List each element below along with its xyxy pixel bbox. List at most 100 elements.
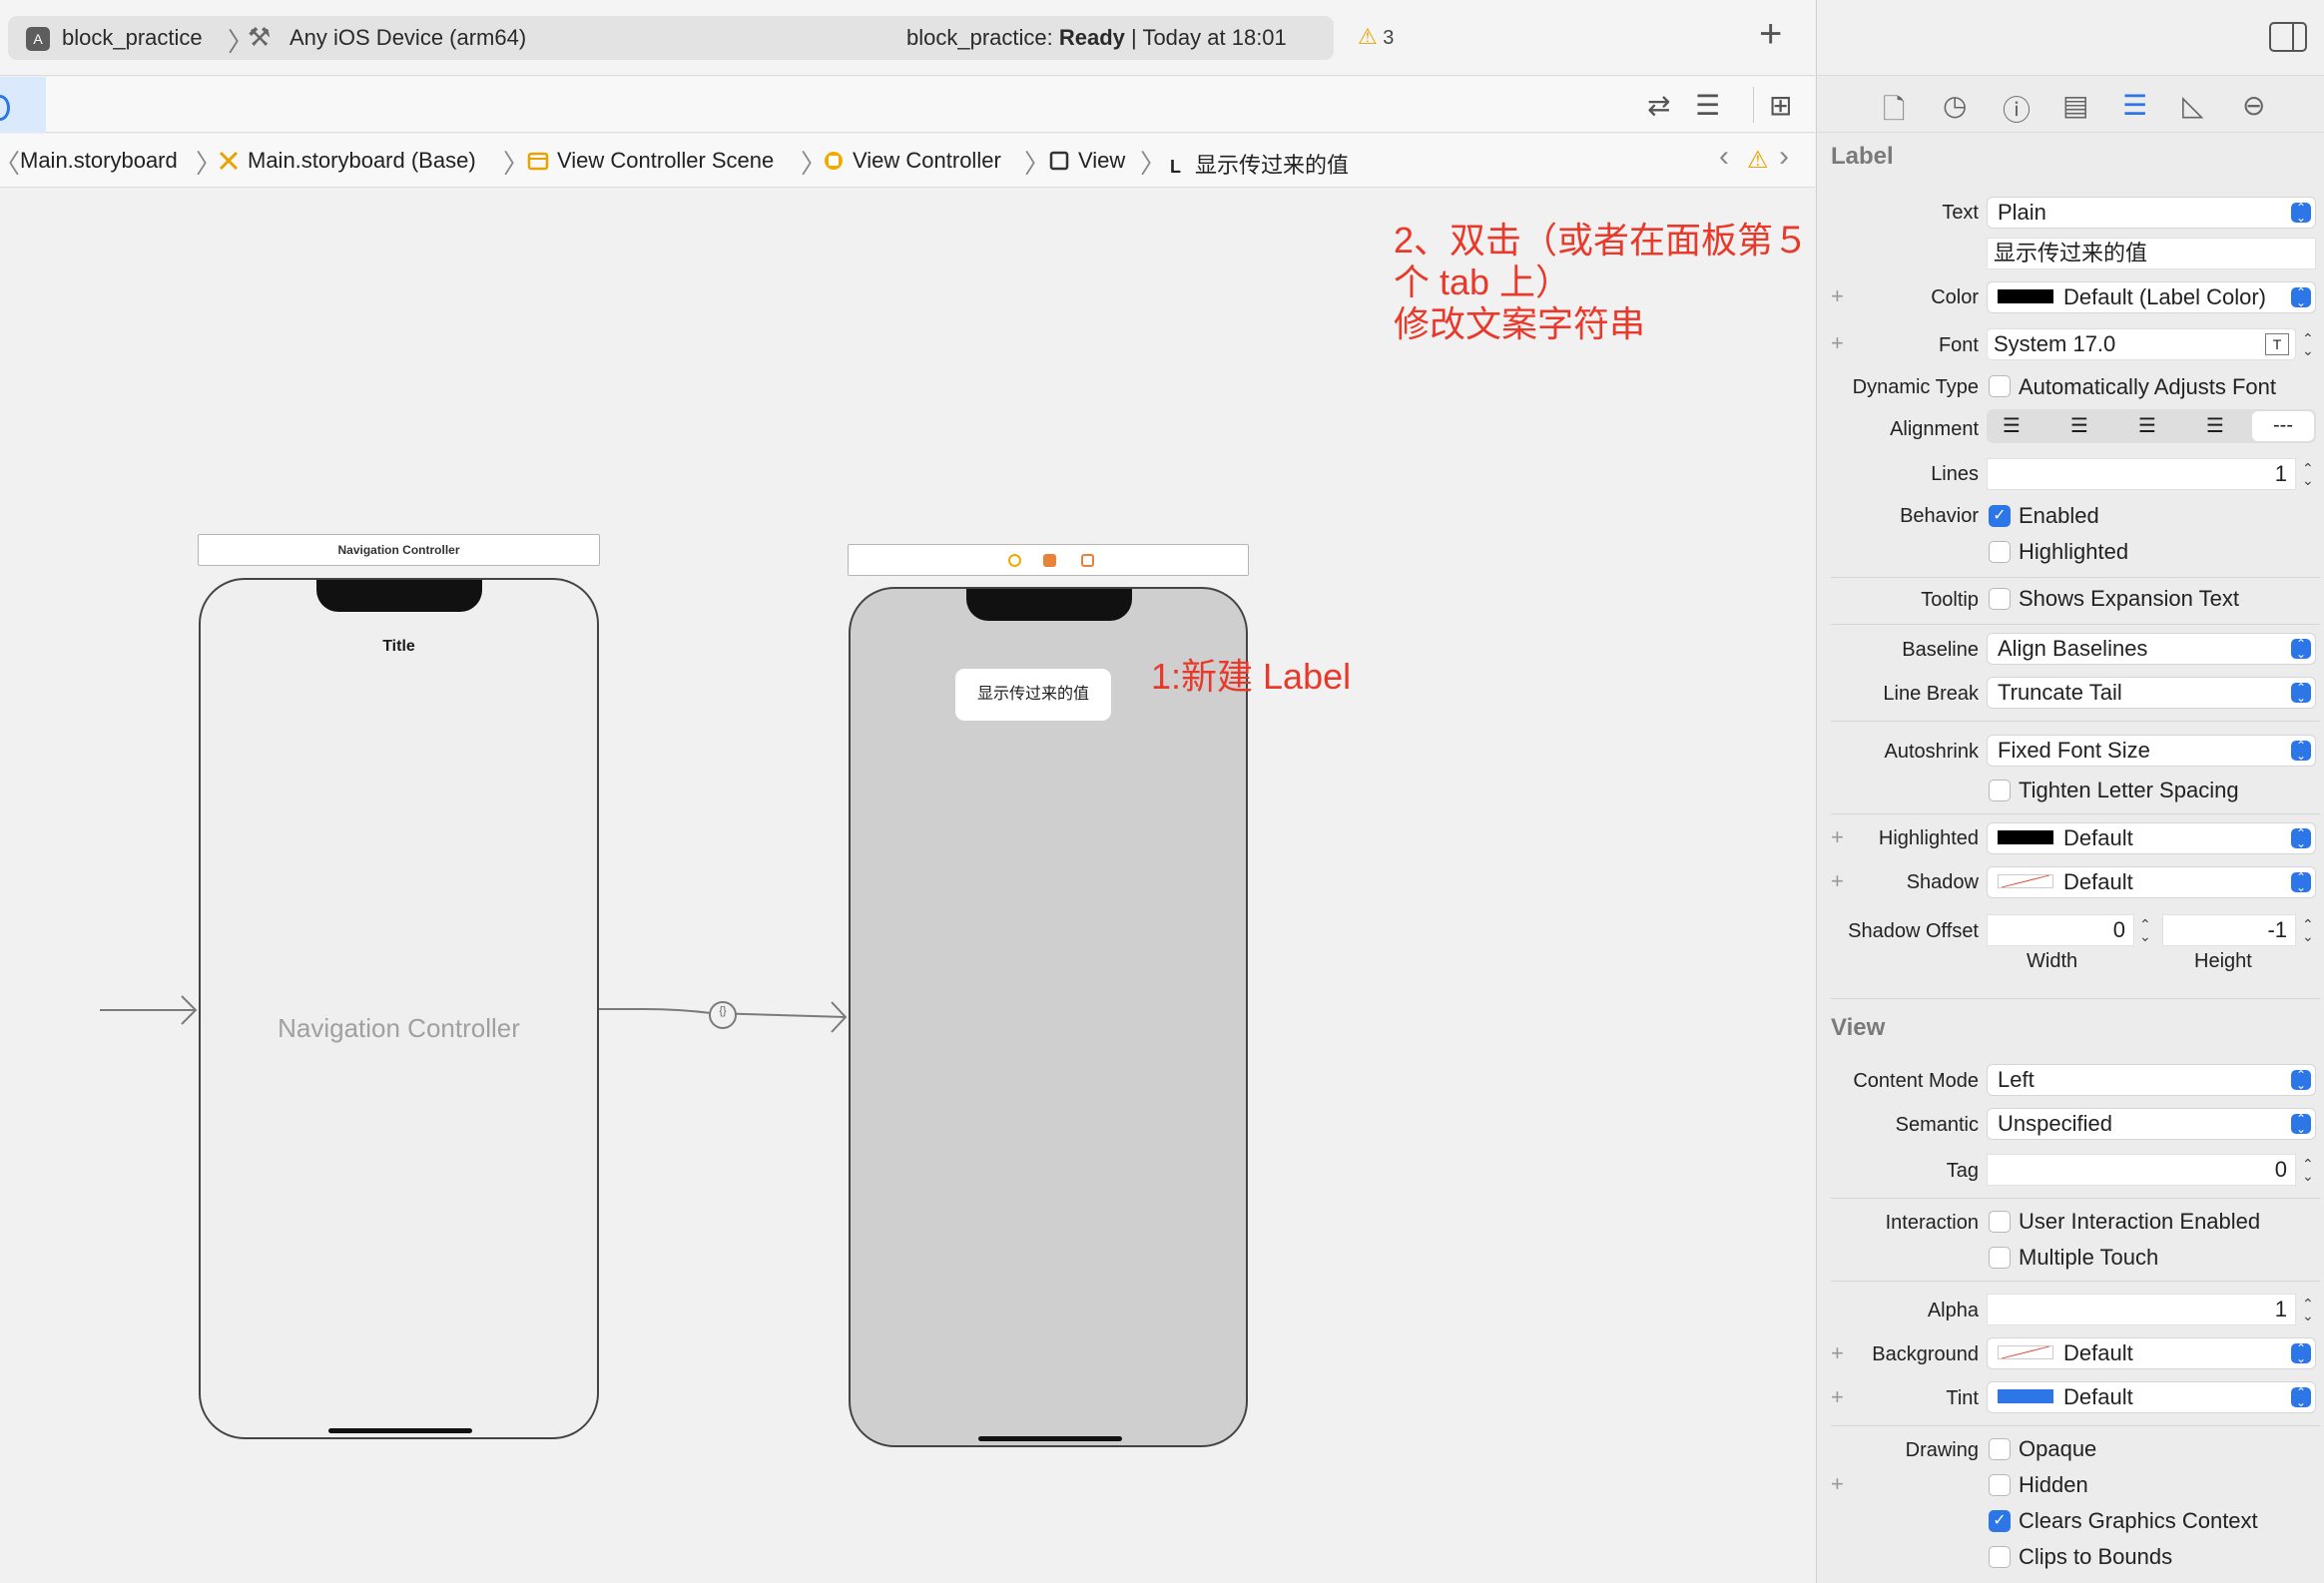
font-picker-icon[interactable]: T	[2265, 333, 2289, 355]
alpha-label: Alpha	[1927, 1300, 1979, 1321]
nav-back-icon[interactable]: ‹	[1719, 140, 1729, 174]
lines-field[interactable]: 1	[1987, 458, 2296, 490]
value-label[interactable]: 显示传过来的值	[955, 669, 1111, 721]
active-editor-tab[interactable]	[0, 77, 46, 133]
exit-icon[interactable]	[1081, 554, 1094, 567]
crumb-view[interactable]: View	[1048, 148, 1125, 174]
popup-arrows-icon: ⌃ ⌄	[2291, 638, 2311, 660]
alignment-segmented-control[interactable]: ☰ ☰ ☰ ☰ ---	[1987, 409, 2316, 443]
shadow-popup[interactable]: Default ⌃ ⌄	[1987, 866, 2316, 898]
history-icon[interactable]: ◷	[1943, 89, 1967, 122]
align-left-icon[interactable]: ☰	[2003, 413, 2021, 438]
dynamic-type-checkbox[interactable]	[1989, 375, 2011, 397]
popup-arrows-icon: ⌃ ⌄	[2291, 827, 2311, 849]
linebreak-popup[interactable]: Truncate Tail ⌃ ⌄	[1987, 677, 2316, 709]
file-inspector-icon[interactable]: 🗋	[1883, 89, 1906, 137]
highlighted-color-popup[interactable]: Default ⌃ ⌄	[1987, 822, 2316, 854]
tighten-checkbox[interactable]	[1989, 780, 2011, 801]
user-interaction-checkbox[interactable]	[1989, 1211, 2011, 1233]
highlighted-checkbox[interactable]	[1989, 541, 2011, 563]
alpha-stepper[interactable]: ⌃ ⌄	[2302, 1297, 2318, 1322]
semantic-popup[interactable]: Unspecified ⌃ ⌄	[1987, 1108, 2316, 1140]
vc-dock-icon[interactable]	[1008, 554, 1021, 567]
baseline-popup[interactable]: Align Baselines ⌃ ⌄	[1987, 633, 2316, 665]
autoshrink-popup[interactable]: Fixed Font Size ⌃ ⌄	[1987, 735, 2316, 767]
tint-swatch	[1998, 1389, 2053, 1403]
hidden-checkbox[interactable]	[1989, 1474, 2011, 1496]
scheme-status-bar[interactable]: A block_practice 〉 ⚒ Any iOS Device (arm…	[8, 16, 1334, 60]
clips-bounds-checkbox[interactable]	[1989, 1546, 2011, 1568]
autoshrink-value: Fixed Font Size	[1998, 738, 2150, 763]
swap-arrows-icon[interactable]: ⇄	[1647, 89, 1670, 122]
storyboard-icon	[219, 151, 239, 171]
shadow-width-stepper[interactable]: ⌃ ⌄	[2139, 917, 2155, 943]
run-destination[interactable]: Any iOS Device (arm64)	[290, 25, 526, 51]
font-size-stepper[interactable]: ⌃ ⌄	[2302, 331, 2318, 357]
size-inspector-icon[interactable]: ◺	[2182, 89, 2204, 122]
home-indicator	[978, 1436, 1122, 1441]
tag-field[interactable]: 0	[1987, 1154, 2296, 1186]
text-type-popup[interactable]: Plain ⌃ ⌄	[1987, 197, 2316, 229]
crumb-label[interactable]: L 显示传过来的值	[1170, 148, 1349, 180]
alpha-field[interactable]: 1	[1987, 1294, 2296, 1325]
identity-inspector-icon[interactable]: ▤	[2062, 89, 2088, 122]
scheme-project[interactable]: block_practice	[62, 25, 203, 51]
add-library-button[interactable]: +	[1759, 14, 1782, 54]
align-natural-segment[interactable]: ---	[2252, 411, 2314, 441]
text-value-field[interactable]: 显示传过来的值	[1987, 238, 2316, 269]
multiple-touch-checkbox[interactable]	[1989, 1247, 2011, 1269]
storyboard-canvas[interactable]: Navigation Controller Title Navigation C…	[0, 189, 1815, 1583]
crumb-label-text: 显示传过来的值	[1195, 153, 1350, 178]
lines-stepper[interactable]: ⌃ ⌄	[2302, 461, 2318, 487]
nav-forward-icon[interactable]: ›	[1779, 140, 1789, 174]
align-right-icon[interactable]: ☰	[2138, 413, 2156, 438]
highlighted-color-value: Default	[2063, 825, 2133, 850]
highlighted-color-label: Highlighted	[1878, 827, 1979, 849]
add-editor-icon[interactable]: ⊞	[1769, 89, 1792, 122]
font-field[interactable]: System 17.0 T	[1987, 328, 2296, 360]
opaque-checkbox[interactable]	[1989, 1438, 2011, 1460]
segue-glyph[interactable]: {}	[712, 1005, 734, 1017]
tint-popup[interactable]: Default ⌃ ⌄	[1987, 1381, 2316, 1413]
tag-stepper[interactable]: ⌃ ⌄	[2302, 1157, 2318, 1183]
popup-arrows-icon: ⌃ ⌄	[2291, 1069, 2311, 1091]
tooltip-label: Tooltip	[1921, 589, 1979, 611]
align-justify-icon[interactable]: ☰	[2206, 413, 2224, 438]
color-swatch	[1998, 289, 2053, 303]
add-variation-icon[interactable]: +	[1831, 1471, 1844, 1497]
align-center-icon[interactable]: ☰	[2070, 413, 2088, 438]
crumb-scene[interactable]: View Controller Scene	[527, 148, 774, 174]
vc-device[interactable]: 显示传过来的值	[849, 587, 1248, 1447]
editor-options-icon[interactable]: ☰	[1695, 89, 1720, 122]
tooltip-checkbox[interactable]	[1989, 588, 2011, 610]
view-controller-icon	[825, 152, 843, 170]
annotation-new-label: 1:新建 Label	[1151, 656, 1352, 697]
attributes-inspector: 🗋 ◷ ⓘ ▤ ☰ ◺ ⊖ Label Text Plain ⌃ ⌄ 显示传过来的值…	[1816, 0, 2324, 1583]
crumb-storyboard[interactable]: Main.storyboard	[20, 148, 178, 174]
dynamic-type-label: Dynamic Type	[1852, 376, 1979, 398]
shadow-height-stepper[interactable]: ⌃ ⌄	[2302, 917, 2318, 943]
linebreak-label: Line Break	[1883, 683, 1979, 705]
shadow-height-field[interactable]: -1	[2162, 914, 2296, 946]
sidebar-toggle-icon[interactable]	[2269, 22, 2307, 52]
background-popup[interactable]: Default ⌃ ⌄	[1987, 1337, 2316, 1369]
vc-scene-bar[interactable]	[848, 544, 1249, 576]
crumb-storyboard-base[interactable]: Main.storyboard (Base)	[218, 148, 476, 174]
popup-arrows-icon: ⌃ ⌄	[2291, 1386, 2311, 1408]
clears-context-checkbox[interactable]: ✓	[1989, 1510, 2011, 1532]
connections-inspector-icon[interactable]: ⊖	[2242, 89, 2265, 122]
tabbar-divider	[1753, 87, 1754, 123]
help-icon[interactable]: ⓘ	[2003, 89, 2031, 129]
content-mode-popup[interactable]: Left ⌃ ⌄	[1987, 1064, 2316, 1096]
crumb-view-controller[interactable]: View Controller	[823, 148, 1001, 174]
warning-indicator[interactable]: ⚠ 3	[1358, 24, 1394, 50]
attributes-inspector-icon[interactable]: ☰	[2122, 89, 2147, 122]
first-responder-icon[interactable]	[1043, 554, 1056, 567]
warning-icon[interactable]: ⚠	[1747, 146, 1769, 175]
enabled-checkbox[interactable]: ✓	[1989, 505, 2011, 527]
shadow-value: Default	[2063, 869, 2133, 894]
shadow-width-field[interactable]: 0	[1987, 914, 2134, 946]
popup-arrows-icon: ⌃ ⌄	[2291, 202, 2311, 224]
color-popup[interactable]: Default (Label Color) ⌃ ⌄	[1987, 281, 2316, 313]
device-notch	[966, 589, 1132, 621]
